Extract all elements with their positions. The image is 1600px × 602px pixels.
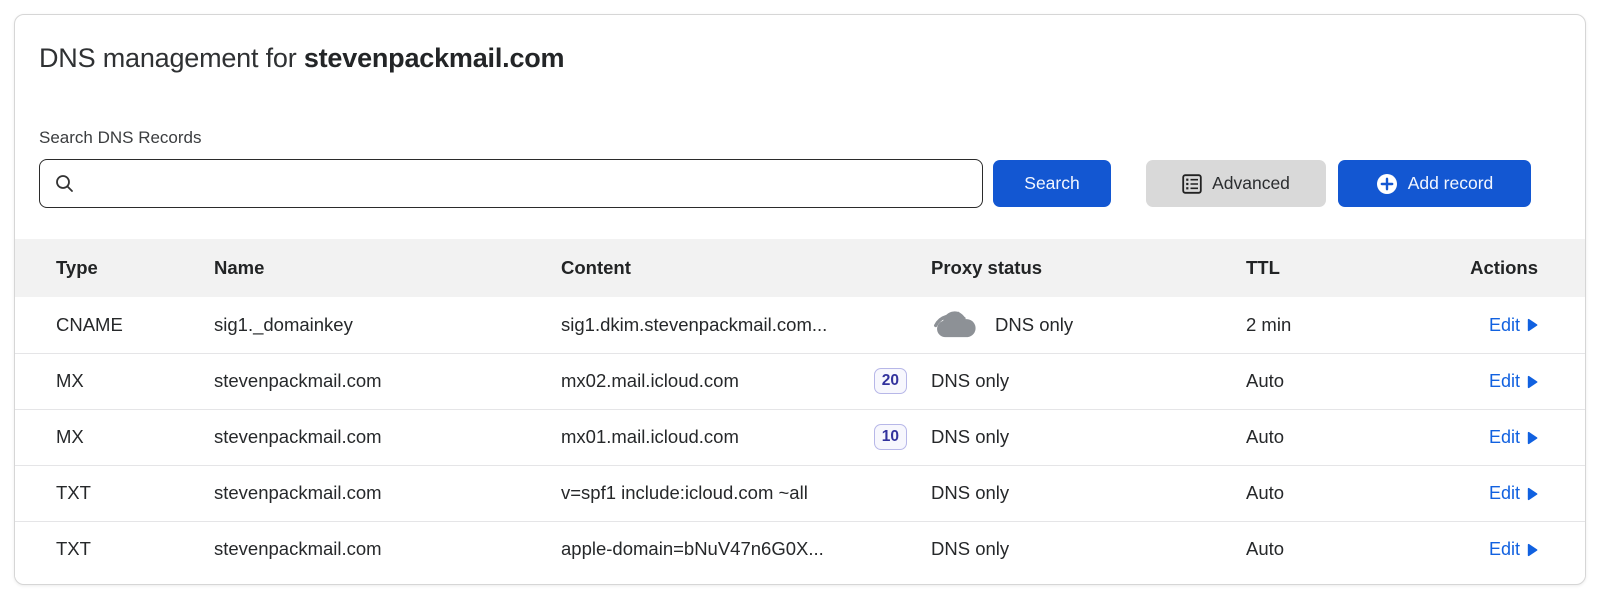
edit-record-link[interactable]: Edit bbox=[1489, 315, 1538, 336]
add-record-button[interactable]: Add record bbox=[1338, 160, 1531, 207]
chevron-right-icon bbox=[1527, 431, 1538, 445]
record-content: mx02.mail.icloud.com bbox=[561, 370, 739, 392]
table-body: CNAME sig1._domainkey sig1.dkim.stevenpa… bbox=[15, 297, 1585, 577]
column-header-content: Content bbox=[561, 239, 931, 297]
search-icon bbox=[55, 174, 74, 193]
proxy-status-label: DNS only bbox=[931, 538, 1009, 560]
record-content: mx01.mail.icloud.com bbox=[561, 426, 739, 448]
column-header-ttl: TTL bbox=[1246, 239, 1391, 297]
table-row: TXT stevenpackmail.com v=spf1 include:ic… bbox=[15, 465, 1585, 521]
column-header-type: Type bbox=[15, 239, 214, 297]
edit-record-link[interactable]: Edit bbox=[1489, 427, 1538, 448]
edit-record-link[interactable]: Edit bbox=[1489, 371, 1538, 392]
page-title: DNS management for stevenpackmail.com bbox=[39, 43, 1561, 74]
column-header-actions: Actions bbox=[1391, 239, 1585, 297]
proxy-status-label: DNS only bbox=[931, 426, 1009, 448]
chevron-right-icon bbox=[1527, 375, 1538, 389]
edit-record-link[interactable]: Edit bbox=[1489, 483, 1538, 504]
search-box[interactable] bbox=[39, 159, 983, 208]
table-row: MX stevenpackmail.com mx01.mail.icloud.c… bbox=[15, 409, 1585, 465]
advanced-list-icon bbox=[1182, 174, 1202, 194]
record-ttl: Auto bbox=[1246, 521, 1391, 577]
record-name: sig1._domainkey bbox=[214, 297, 561, 353]
edit-label: Edit bbox=[1489, 371, 1520, 392]
priority-badge: 10 bbox=[874, 424, 907, 449]
dns-only-cloud-icon bbox=[931, 309, 981, 340]
domain-name: stevenpackmail.com bbox=[304, 43, 565, 73]
column-header-name: Name bbox=[214, 239, 561, 297]
column-header-proxy-status: Proxy status bbox=[931, 239, 1246, 297]
record-ttl: Auto bbox=[1246, 353, 1391, 409]
chevron-right-icon bbox=[1527, 487, 1538, 501]
proxy-status-label: DNS only bbox=[931, 482, 1009, 504]
search-controls: Search Advanced bbox=[39, 159, 1561, 208]
chevron-right-icon bbox=[1527, 318, 1538, 332]
proxy-status-label: DNS only bbox=[931, 370, 1009, 392]
record-content: sig1.dkim.stevenpackmail.com... bbox=[561, 314, 827, 336]
record-type: CNAME bbox=[15, 297, 214, 353]
record-name: stevenpackmail.com bbox=[214, 353, 561, 409]
record-name: stevenpackmail.com bbox=[214, 465, 561, 521]
table-row: CNAME sig1._domainkey sig1.dkim.stevenpa… bbox=[15, 297, 1585, 353]
record-content: apple-domain=bNuV47n6G0X... bbox=[561, 538, 824, 560]
plus-icon bbox=[1376, 173, 1398, 195]
record-type: TXT bbox=[15, 465, 214, 521]
chevron-right-icon bbox=[1527, 543, 1538, 557]
table-row: MX stevenpackmail.com mx02.mail.icloud.c… bbox=[15, 353, 1585, 409]
record-name: stevenpackmail.com bbox=[214, 409, 561, 465]
proxy-status-label: DNS only bbox=[995, 314, 1073, 336]
record-type: TXT bbox=[15, 521, 214, 577]
edit-label: Edit bbox=[1489, 315, 1520, 336]
record-name: stevenpackmail.com bbox=[214, 521, 561, 577]
advanced-button[interactable]: Advanced bbox=[1146, 160, 1326, 207]
edit-label: Edit bbox=[1489, 539, 1520, 560]
dns-management-card: DNS management for stevenpackmail.com Se… bbox=[14, 14, 1586, 585]
table-row: TXT stevenpackmail.com apple-domain=bNuV… bbox=[15, 521, 1585, 577]
record-content: v=spf1 include:icloud.com ~all bbox=[561, 482, 808, 504]
record-ttl: Auto bbox=[1246, 465, 1391, 521]
record-ttl: Auto bbox=[1246, 409, 1391, 465]
edit-label: Edit bbox=[1489, 427, 1520, 448]
search-input[interactable] bbox=[83, 160, 982, 207]
record-type: MX bbox=[15, 353, 214, 409]
search-label: Search DNS Records bbox=[39, 128, 1561, 148]
record-type: MX bbox=[15, 409, 214, 465]
search-button[interactable]: Search bbox=[993, 160, 1111, 207]
dns-records-table: Type Name Content Proxy status TTL Actio… bbox=[15, 239, 1585, 577]
record-ttl: 2 min bbox=[1246, 297, 1391, 353]
table-header: Type Name Content Proxy status TTL Actio… bbox=[15, 239, 1585, 297]
edit-record-link[interactable]: Edit bbox=[1489, 539, 1538, 560]
edit-label: Edit bbox=[1489, 483, 1520, 504]
priority-badge: 20 bbox=[874, 368, 907, 393]
